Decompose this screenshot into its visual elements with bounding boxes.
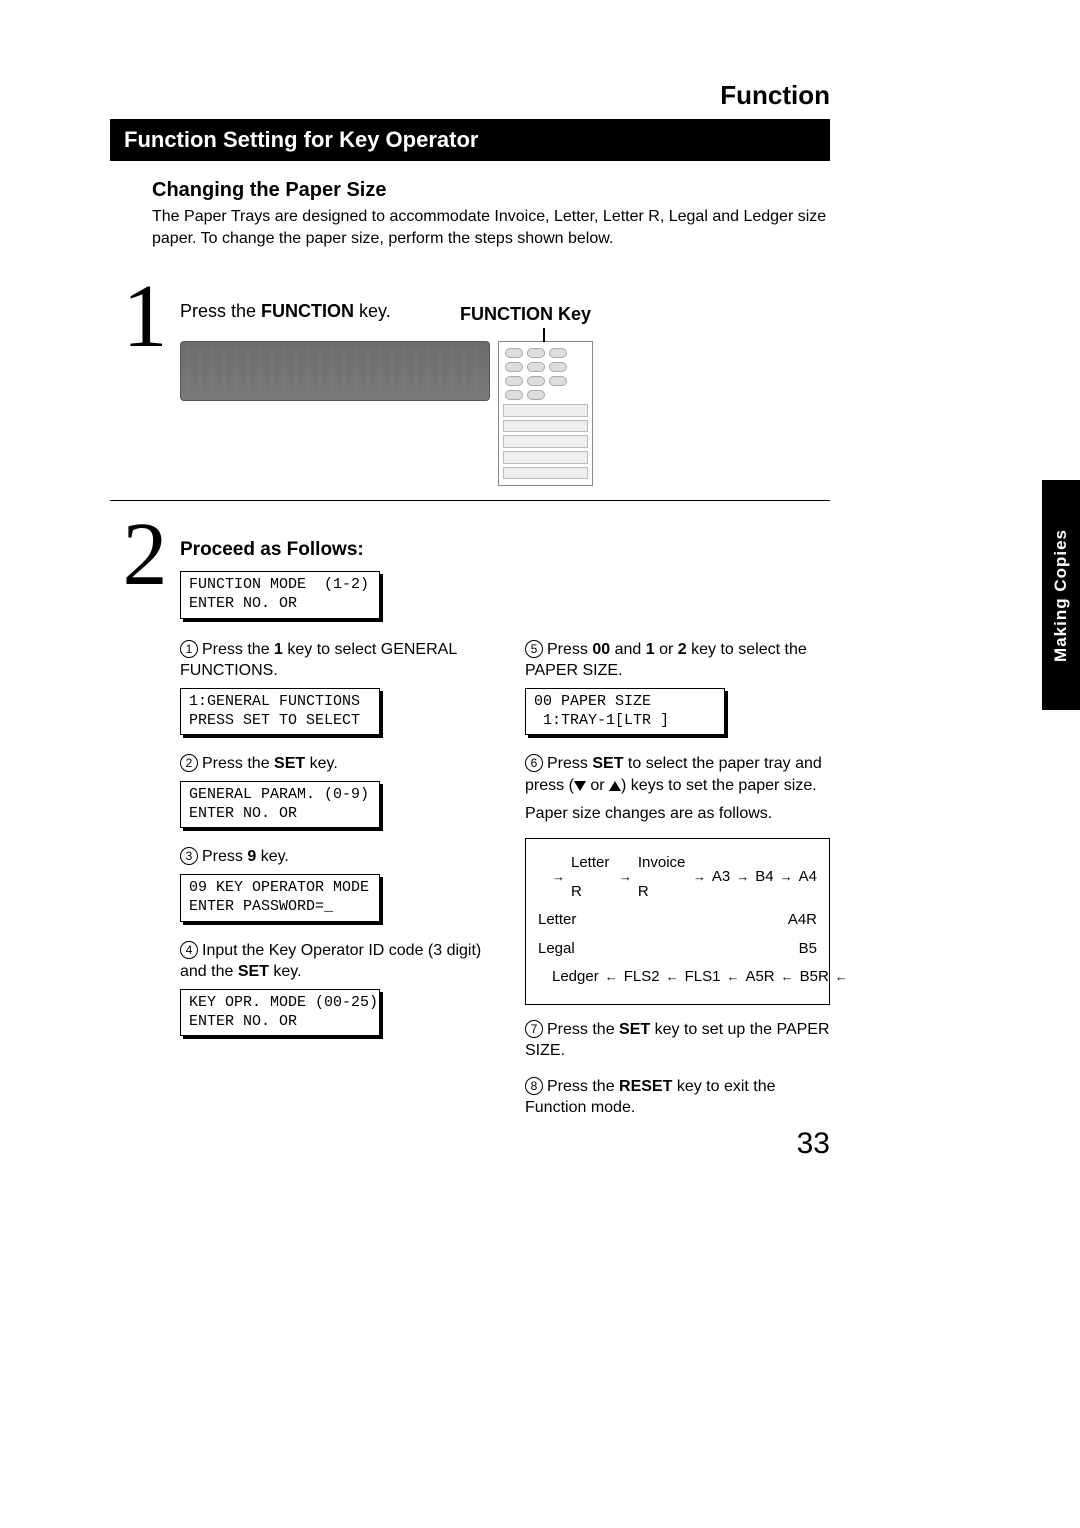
text: Press the [202,755,274,772]
size-label: B4 [755,863,773,892]
label-rest: Key [553,304,591,324]
key-name: FUNCTION [261,301,354,321]
down-arrow-icon [574,781,586,791]
control-panel-illustration [180,341,830,486]
arrow-icon: → [552,865,565,890]
lcd-display: GENERAL PARAM. (0-9) ENTER NO. OR [180,781,380,829]
size-label: B5R [800,963,829,992]
text: Press [547,641,592,658]
key-name: SET [619,1021,650,1038]
text: Press the [202,641,274,658]
size-label: Letter R [571,849,613,906]
substep: 7Press the SET key to set up the PAPER S… [525,1019,830,1062]
circled-number: 3 [180,847,198,865]
page-number: 33 [797,1127,830,1161]
text: or [655,641,678,658]
step-2: 2 Proceed as Follows: FUNCTION MODE (1-2… [110,519,830,1133]
size-label: Legal [538,935,575,964]
text: and [610,641,646,658]
circled-number: 6 [525,754,543,772]
size-label: A5R [745,963,774,992]
key-name: 2 [678,641,687,658]
up-arrow-icon [609,781,621,791]
section-heading: Function [110,80,830,111]
substeps-columns: 1Press the 1 key to select GENERAL FUNCT… [180,639,830,1133]
size-label: Ledger [552,963,599,992]
label-bold: FUNCTION [460,304,553,324]
substep: 2Press the SET key. GENERAL PARAM. (0-9)… [180,753,485,828]
function-key-callout: FUNCTION Key [460,304,1080,325]
substep: 4Input the Key Operator ID code (3 digit… [180,940,485,1037]
text: key. [305,755,338,772]
key-name: SET [274,755,305,772]
manual-page: Function Function Setting for Key Operat… [0,0,940,1201]
size-label: FLS2 [624,963,660,992]
circled-number: 5 [525,640,543,658]
chapter-tab-label: Making Copies [1051,529,1071,662]
circled-number: 4 [180,941,198,959]
text: Press [202,848,247,865]
lcd-display: FUNCTION MODE (1-2) ENTER NO. OR [180,571,380,619]
size-label: Letter [538,906,576,935]
key-name: SET [238,963,269,980]
key-name: 9 [247,848,256,865]
substep: 1Press the 1 key to select GENERAL FUNCT… [180,639,485,736]
step-number: 2 [110,519,180,591]
size-label: A4 [799,863,817,892]
panel-main [180,341,490,401]
right-column: 5Press 00 and 1 or 2 key to select the P… [525,639,830,1133]
step-number: 1 [110,281,180,353]
lcd-display: 09 KEY OPERATOR MODE ENTER PASSWORD=_ [180,874,380,922]
text: key. [256,848,289,865]
divider [110,500,830,501]
lcd-display: 1:GENERAL FUNCTIONS PRESS SET TO SELECT [180,688,380,736]
circled-number: 1 [180,640,198,658]
size-label: Invoice R [638,849,687,906]
key-name: 00 [592,641,610,658]
text: Press [547,755,592,772]
key-name: RESET [619,1078,672,1095]
panel-keypad-callout [498,341,593,486]
text: ) keys to set the paper size. [621,777,817,794]
text: Press the [180,301,261,321]
paper-size-cycle-diagram: → Letter R→ Invoice R→ A3→ B4→ A4 Letter… [525,838,830,1005]
lcd-display: 00 PAPER SIZE 1:TRAY-1[LTR ] [525,688,725,736]
substep: 8Press the RESET key to exit the Functio… [525,1076,830,1119]
text: Paper size changes are as follows. [525,803,830,825]
text: Input the Key Operator ID code (3 digit)… [180,942,481,981]
circled-number: 8 [525,1077,543,1095]
step-2-title: Proceed as Follows: [180,539,830,561]
substep: 5Press 00 and 1 or 2 key to select the P… [525,639,830,736]
key-name: SET [592,755,623,772]
key-name: 1 [274,641,283,658]
key-name: 1 [646,641,655,658]
text: Press the [547,1021,619,1038]
size-label: A3 [712,863,730,892]
circled-number: 7 [525,1020,543,1038]
page-title-bar: Function Setting for Key Operator [110,119,830,161]
intro-paragraph: The Paper Trays are designed to accommod… [152,206,830,249]
step-1: 1 Press the FUNCTION key. FUNCTION Key [110,281,830,486]
size-label: FLS1 [685,963,721,992]
substep: 6Press SET to select the paper tray and … [525,753,830,824]
left-column: 1Press the 1 key to select GENERAL FUNCT… [180,639,485,1133]
size-label: B5 [799,935,817,964]
text: Press the [547,1078,619,1095]
text: or [586,777,609,794]
chapter-tab: Making Copies [1042,480,1080,710]
circled-number: 2 [180,754,198,772]
subsection-title: Changing the Paper Size [152,179,830,202]
size-label: A4R [788,906,817,935]
text: key. [354,301,391,321]
text: key. [269,963,302,980]
substep: 3Press 9 key. 09 KEY OPERATOR MODE ENTER… [180,846,485,921]
lcd-display: KEY OPR. MODE (00-25) ENTER NO. OR [180,989,380,1037]
